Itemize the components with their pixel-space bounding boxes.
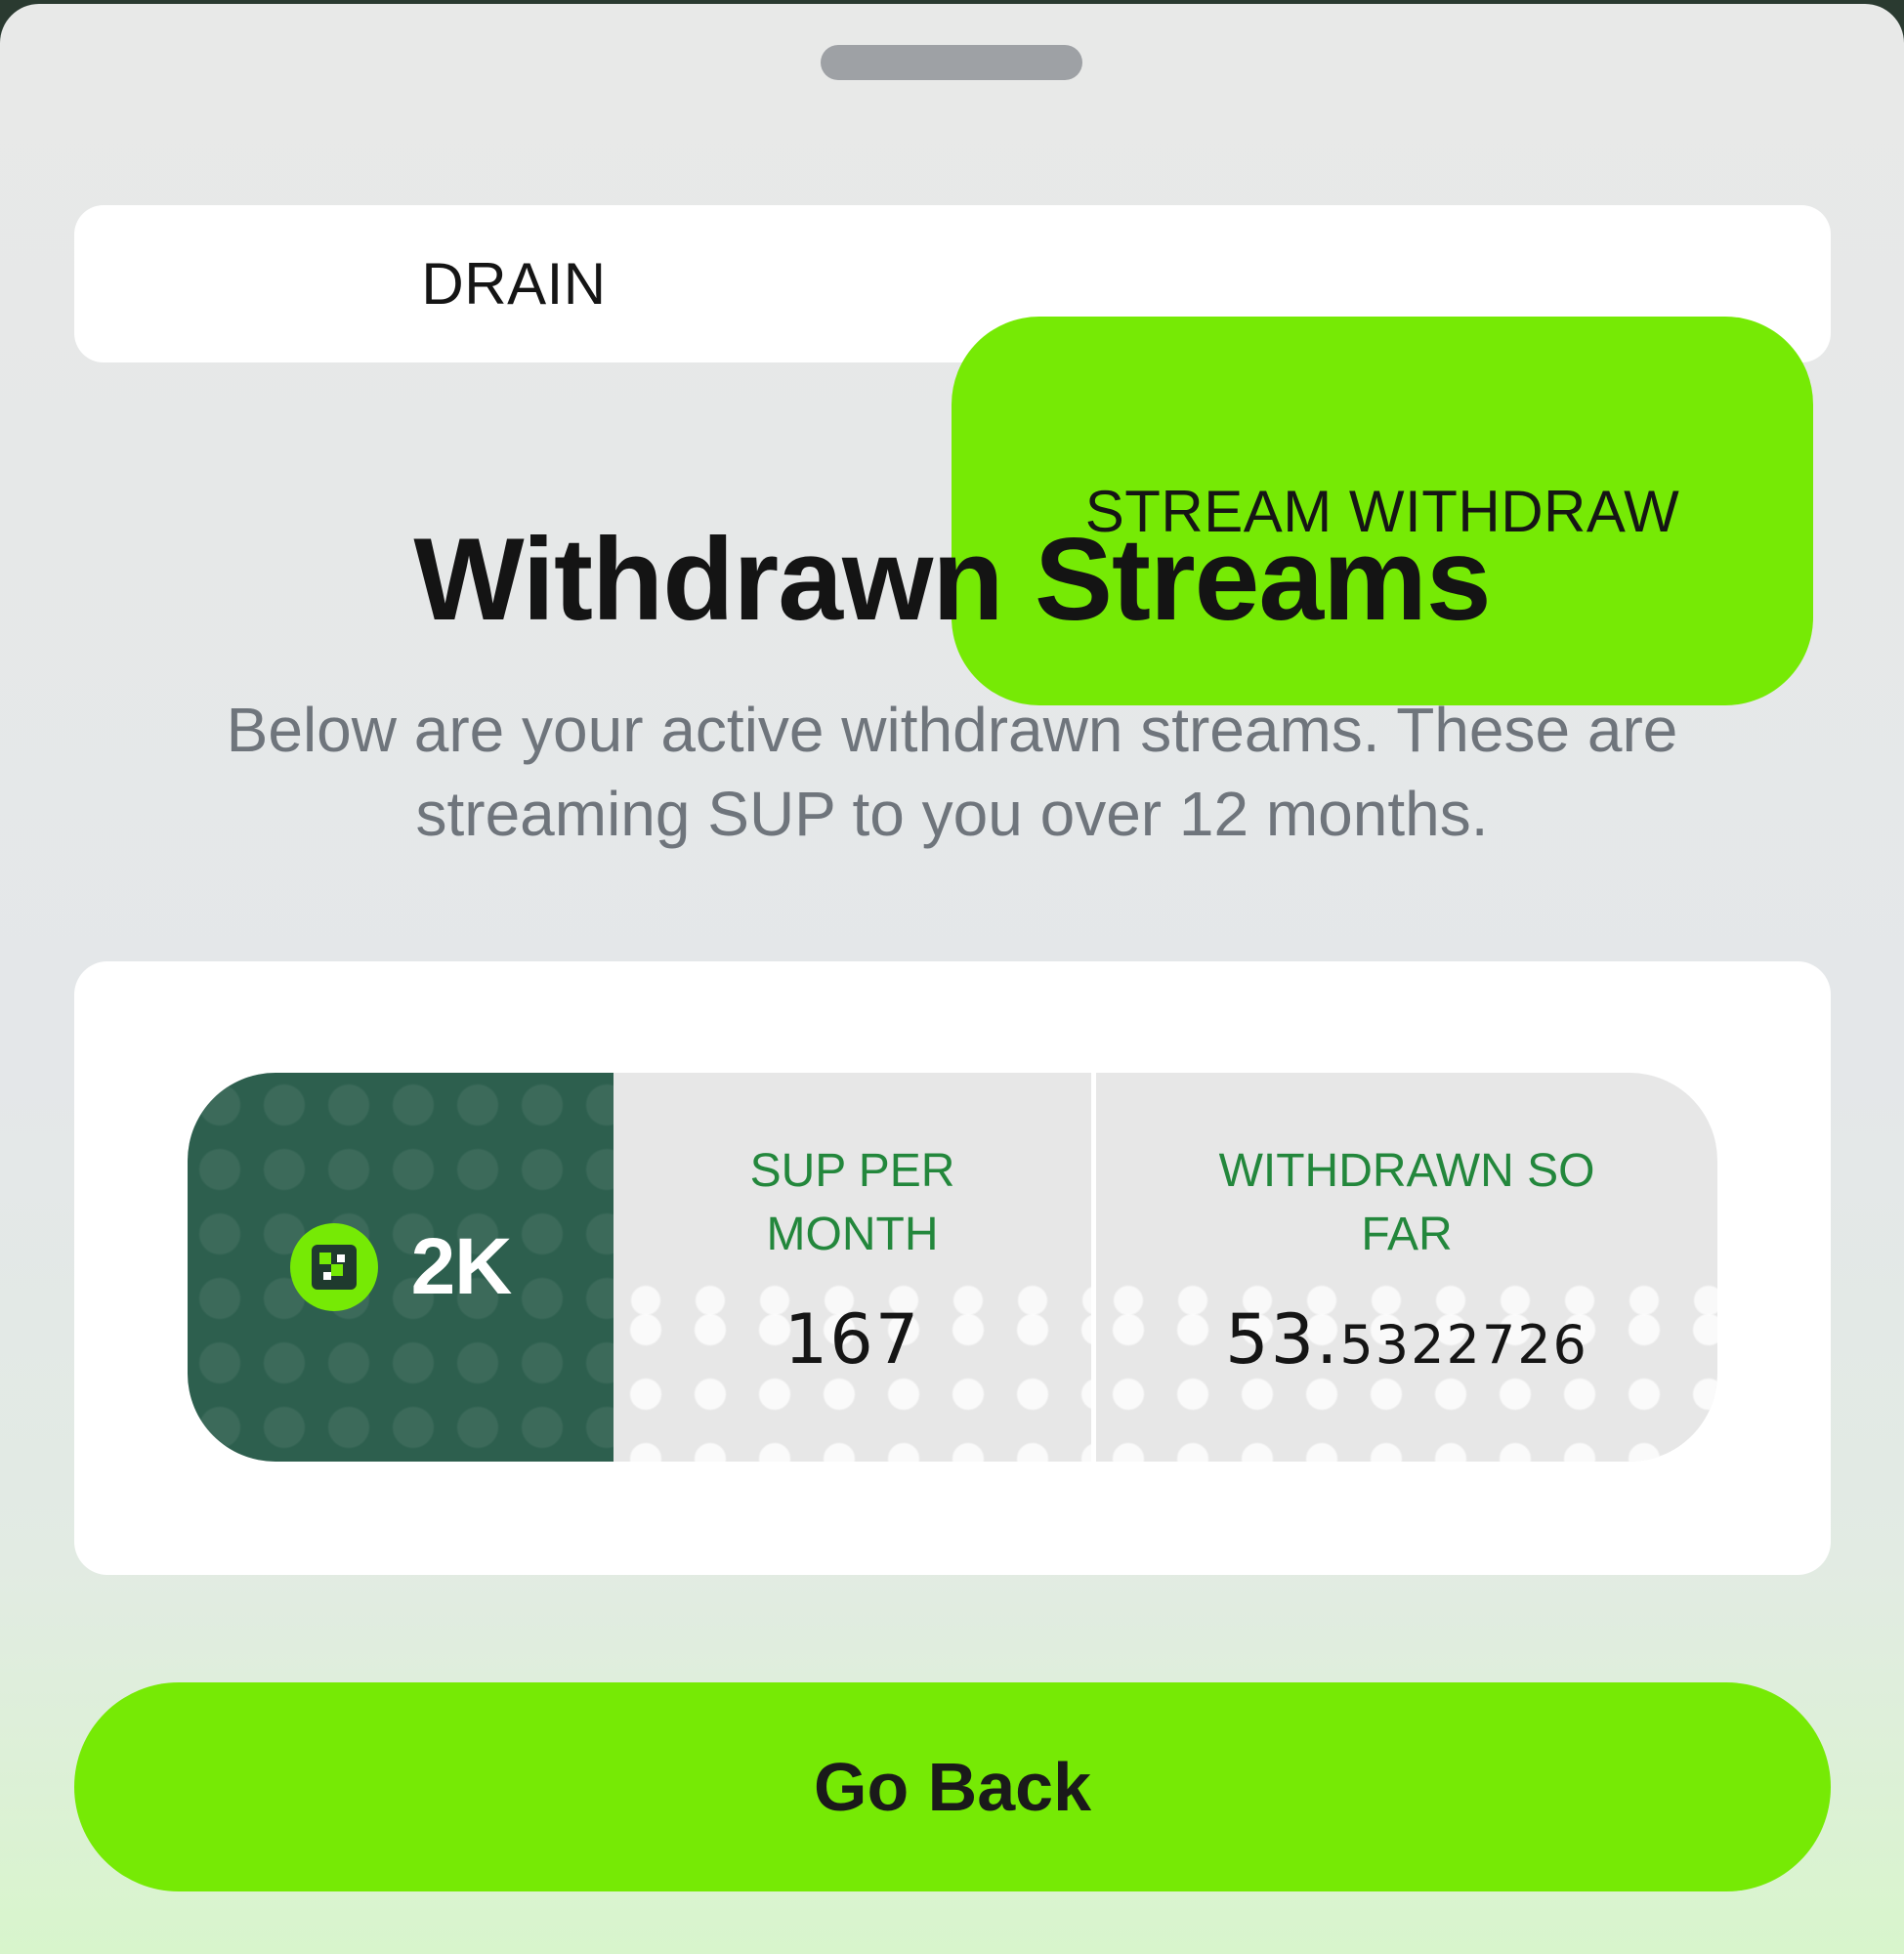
- tab-stream-withdraw[interactable]: STREAM WITHDRAW: [952, 317, 1813, 705]
- stream-row: 2K SUP PER MONTH 167 WITHDRAWN SO FAR 53…: [188, 1073, 1717, 1462]
- tab-drain[interactable]: DRAIN: [74, 223, 953, 345]
- sup-token-icon: [289, 1223, 378, 1311]
- page-title: Withdrawn Streams: [413, 514, 1491, 645]
- page-description: Below are your active withdrawn streams.…: [226, 695, 1678, 849]
- withdrawn-value-main: 53.: [1225, 1299, 1340, 1380]
- sup-per-month-cell: SUP PER MONTH 167: [614, 1073, 1096, 1462]
- stream-amount-cell: 2K: [188, 1073, 614, 1462]
- withdrawn-value-decimals: 5322726: [1339, 1314, 1588, 1376]
- tab-bar: DRAIN STREAM WITHDRAW: [74, 205, 1831, 705]
- go-back-button[interactable]: Go Back: [74, 1682, 1831, 1891]
- bottom-sheet: DRAIN STREAM WITHDRAW Withdrawn Streams …: [0, 4, 1904, 1954]
- withdrawn-so-far-cell: WITHDRAWN SO FAR 53.5322726: [1096, 1073, 1717, 1462]
- sup-per-month-value: 167: [783, 1299, 921, 1380]
- stream-amount: 2K: [410, 1222, 513, 1311]
- withdrawn-so-far-value: 53.5322726: [1225, 1299, 1588, 1380]
- withdrawn-so-far-label: WITHDRAWN SO FAR: [1218, 1145, 1595, 1260]
- streams-card: 2K SUP PER MONTH 167 WITHDRAWN SO FAR 53…: [74, 961, 1831, 1575]
- sup-per-month-label: SUP PER MONTH: [749, 1145, 955, 1260]
- drag-handle[interactable]: [821, 45, 1082, 80]
